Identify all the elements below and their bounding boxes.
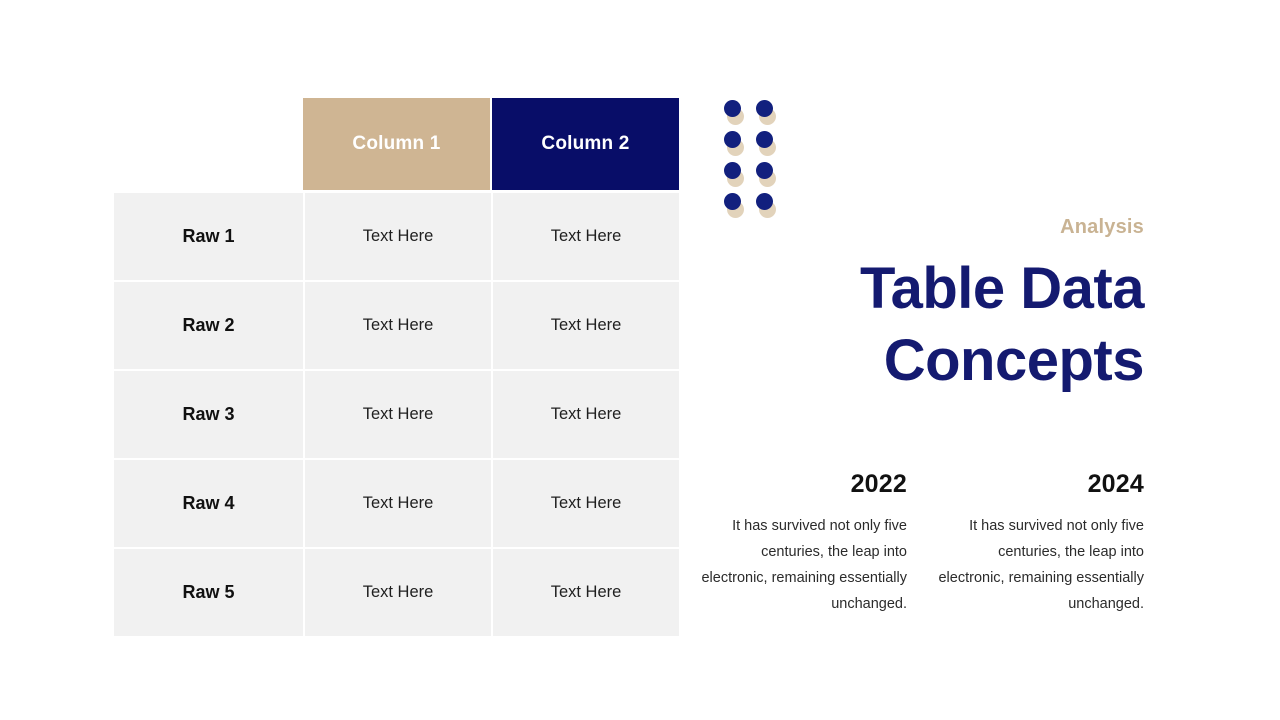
eyebrow-label: Analysis [1060,216,1144,238]
row-label: Raw 5 [114,549,303,636]
dot-navy-icon [724,162,741,179]
year-column: 2024 It has survived not only five centu… [937,470,1144,617]
dot-navy-icon [724,100,741,117]
table-row[interactable]: Raw 3 Text Here Text Here [114,371,679,458]
row-label: Raw 2 [114,282,303,369]
dot-navy-icon [756,131,773,148]
dot-navy-icon [724,193,741,210]
data-table: Column 1 Column 2 Raw 1 Text Here Text H… [114,98,679,636]
table-header-column-2[interactable]: Column 2 [492,98,679,190]
dot-navy-icon [724,131,741,148]
dot-pair-icon [756,100,782,126]
row-cell-column-2: Text Here [493,193,679,280]
row-label: Raw 3 [114,371,303,458]
dot-pair-icon [756,131,782,157]
row-cell-column-1: Text Here [305,371,491,458]
table-header-corner-spacer [114,98,303,190]
dot-navy-icon [756,193,773,210]
year-column: 2022 It has survived not only five centu… [700,470,907,617]
table-header-column-1[interactable]: Column 1 [303,98,490,190]
table-row[interactable]: Raw 1 Text Here Text Here [114,193,679,280]
row-cell-column-2: Text Here [493,282,679,369]
row-label: Raw 4 [114,460,303,547]
table-body: Raw 1 Text Here Text Here Raw 2 Text Her… [114,193,679,636]
table-row[interactable]: Raw 2 Text Here Text Here [114,282,679,369]
dot-navy-icon [756,100,773,117]
row-cell-column-1: Text Here [305,549,491,636]
dot-pair-icon [724,162,750,188]
year-label: 2024 [1087,470,1144,498]
year-label: 2022 [850,470,907,498]
row-cell-column-1: Text Here [305,460,491,547]
dot-navy-icon [756,162,773,179]
dot-pair-icon [756,162,782,188]
row-cell-column-1: Text Here [305,193,491,280]
year-description: It has survived not only five centuries,… [701,518,907,612]
row-cell-column-2: Text Here [493,549,679,636]
dot-pair-icon [724,100,750,126]
decorative-dot-grid [724,100,786,220]
row-label: Raw 1 [114,193,303,280]
table-row[interactable]: Raw 5 Text Here Text Here [114,549,679,636]
year-columns: 2022 It has survived not only five centu… [700,470,1144,617]
table-row[interactable]: Raw 4 Text Here Text Here [114,460,679,547]
year-description: It has survived not only five centuries,… [938,518,1144,612]
row-cell-column-2: Text Here [493,460,679,547]
table-header-row: Column 1 Column 2 [114,98,679,190]
dot-pair-icon [724,131,750,157]
right-panel: Analysis Table Data Concepts [700,215,1145,397]
page-title: Table Data Concepts [859,256,1145,393]
row-cell-column-2: Text Here [493,371,679,458]
row-cell-column-1: Text Here [305,282,491,369]
